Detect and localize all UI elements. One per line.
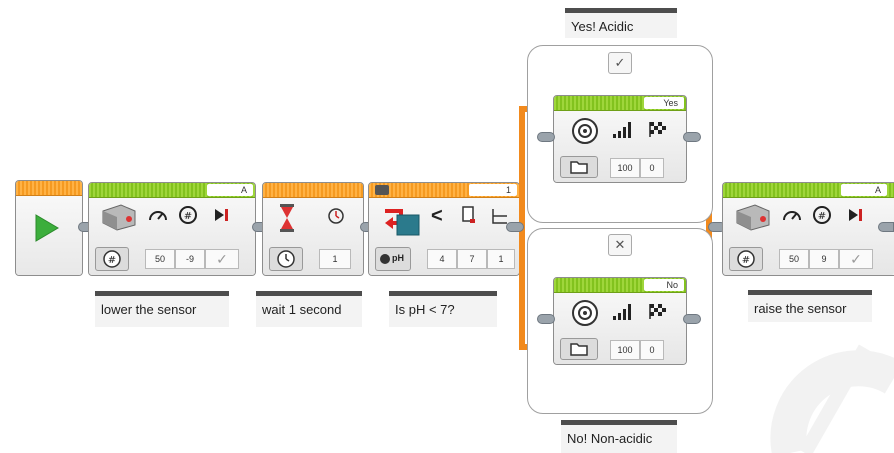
brake-checkmark-input[interactable]: ✓ <box>839 249 873 269</box>
medium-motor-block-raise[interactable]: A # # 50 9 ✓ <box>722 182 894 276</box>
comment-compare: Is pH < 7? <box>389 291 497 327</box>
start-block[interactable] <box>15 180 83 276</box>
svg-text:#: # <box>818 211 826 222</box>
wait-mode-selector[interactable] <box>269 247 303 271</box>
motor-mode-selector[interactable]: # <box>95 247 129 271</box>
motor-power-input[interactable]: 50 <box>145 249 175 269</box>
wait-block[interactable]: 1 <box>262 182 364 276</box>
no-case-comment-text: No! Non-acidic <box>567 431 653 446</box>
no-case-comment: No! Non-acidic <box>561 420 677 453</box>
sound-block-no[interactable]: No 100 0 <box>553 277 687 365</box>
yes-case-comment: Yes! Acidic <box>565 8 677 38</box>
compare-mode-selector[interactable]: pH <box>375 247 411 271</box>
case-yes-check-tab[interactable]: ✓ <box>608 52 632 74</box>
ph-sensor-label: pH <box>392 253 404 263</box>
comment-lower-sensor-text: lower the sensor <box>101 302 197 317</box>
sensor-port-label[interactable]: 1 <box>469 184 517 196</box>
sequence-plug <box>878 222 894 232</box>
compare-extra-input[interactable]: 1 <box>487 249 515 269</box>
rotation-degrees-icon: # <box>813 206 831 224</box>
motor-port-label[interactable]: A <box>841 184 887 196</box>
svg-text:#: # <box>742 255 750 266</box>
sequence-plug <box>683 314 701 324</box>
sound-no-header-label[interactable]: No <box>644 279 684 291</box>
sound-play-type-input-no[interactable]: 0 <box>640 340 664 360</box>
brake-checkmark-input[interactable]: ✓ <box>205 249 239 269</box>
vernier-sensor-icon <box>385 209 420 236</box>
medium-motor-block-lower[interactable]: A # # 50 -9 ✓ <box>88 182 256 276</box>
sound-file-selector[interactable] <box>560 156 598 178</box>
play-icon[interactable] <box>34 213 60 243</box>
volume-icon <box>613 122 631 138</box>
compare-result-icon <box>492 209 507 224</box>
sequence-plug <box>537 132 555 142</box>
sound-play-type-input-yes[interactable]: 0 <box>640 158 664 178</box>
speedometer-icon <box>783 211 801 221</box>
svg-text:#: # <box>184 211 192 222</box>
sequence-plug <box>537 314 555 324</box>
compare-type-input[interactable]: 4 <box>427 249 457 269</box>
checkered-flag-icon <box>649 122 666 137</box>
motor-port-label[interactable]: A <box>207 184 253 196</box>
svg-text:#: # <box>108 255 116 266</box>
brake-icon <box>849 209 862 221</box>
sound-volume-input-no[interactable]: 100 <box>610 340 640 360</box>
speaker-icon <box>572 300 598 326</box>
comment-wait-text: wait 1 second <box>262 302 342 317</box>
comment-lower-sensor: lower the sensor <box>95 291 229 327</box>
wait-seconds-input[interactable]: 1 <box>319 249 351 269</box>
threshold-value-input[interactable]: 7 <box>457 249 487 269</box>
sensor-icon <box>380 254 390 264</box>
case-no-cross-tab[interactable]: ✕ <box>608 234 632 256</box>
switch-flow-icon <box>375 185 389 195</box>
motor-mode-selector[interactable]: # <box>729 247 763 271</box>
comment-raise-sensor-text: raise the sensor <box>754 301 847 316</box>
speaker-icon <box>572 118 598 144</box>
switch-condition-block[interactable]: 1 < pH 4 7 1 <box>368 182 520 276</box>
sound-volume-input-yes[interactable]: 100 <box>610 158 640 178</box>
motor-degrees-input[interactable]: -9 <box>175 249 205 269</box>
comment-raise-sensor: raise the sensor <box>748 290 872 322</box>
less-than-operator[interactable]: < <box>431 205 443 228</box>
sound-file-selector[interactable] <box>560 338 598 360</box>
comment-wait: wait 1 second <box>256 291 362 327</box>
speedometer-icon <box>149 211 167 221</box>
comment-compare-text: Is pH < 7? <box>395 302 455 317</box>
sound-block-yes[interactable]: Yes 100 0 <box>553 95 687 183</box>
sequence-plug <box>683 132 701 142</box>
volume-icon <box>613 304 631 320</box>
checkered-flag-icon <box>649 304 666 319</box>
rotation-degrees-icon: # <box>179 206 197 224</box>
medium-motor-icon <box>102 204 136 231</box>
timer-icon <box>328 208 344 224</box>
sequence-plug <box>506 222 524 232</box>
threshold-icon <box>462 206 475 223</box>
motor-power-input[interactable]: 50 <box>779 249 809 269</box>
watermark-arc <box>770 344 894 453</box>
hourglass-icon <box>280 204 294 232</box>
sound-yes-header-label[interactable]: Yes <box>644 97 684 109</box>
brake-icon <box>215 209 228 221</box>
motor-degrees-input[interactable]: 9 <box>809 249 839 269</box>
yes-case-comment-text: Yes! Acidic <box>571 19 634 34</box>
medium-motor-icon <box>736 204 770 231</box>
